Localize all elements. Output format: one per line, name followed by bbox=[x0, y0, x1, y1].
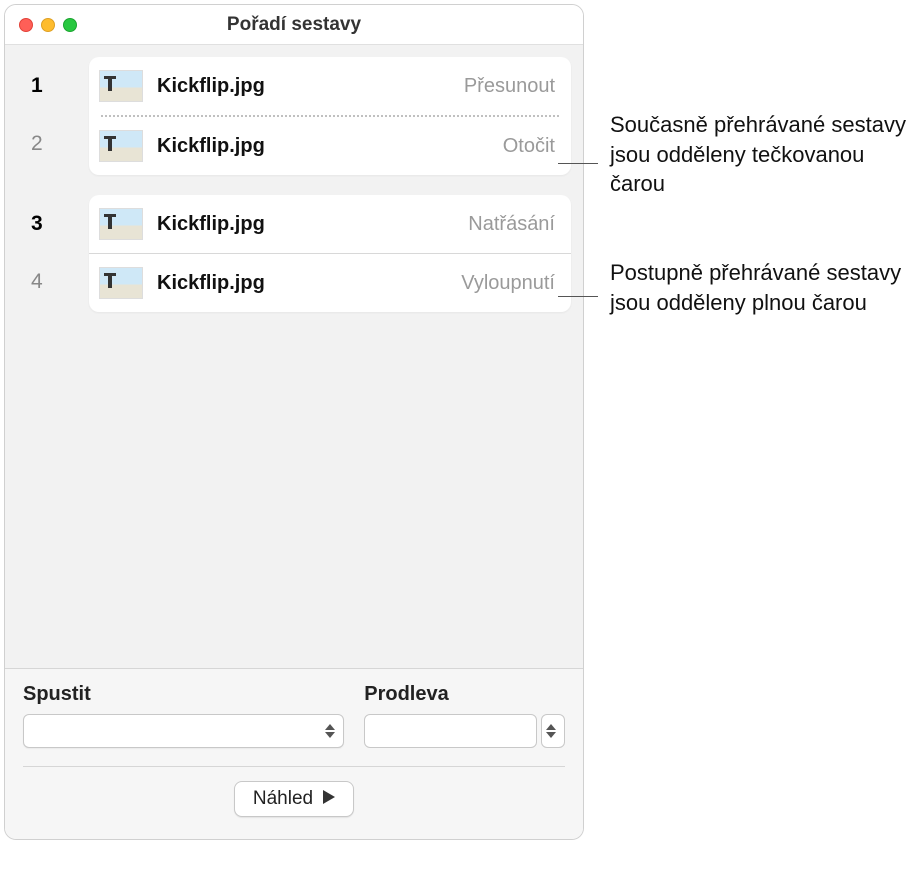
updown-icon bbox=[325, 724, 335, 738]
thumbnail-icon bbox=[99, 208, 143, 240]
build-order-window: Pořadí sestavy 1 2 Kickflip.jpg Přesunou… bbox=[4, 4, 584, 840]
callout: Postupně přehrávané sestavy jsou oddělen… bbox=[558, 258, 910, 317]
build-group: 1 2 Kickflip.jpg Přesunout Kickflip.jpg … bbox=[17, 57, 571, 175]
callout: Současně přehrávané sestavy jsou oddělen… bbox=[558, 110, 910, 199]
delay-input[interactable] bbox=[364, 714, 537, 748]
callout-line bbox=[558, 163, 598, 164]
effect-label: Otočit bbox=[503, 135, 555, 158]
effect-label: Vyloupnutí bbox=[461, 272, 555, 295]
build-row[interactable]: Kickflip.jpg Otočit bbox=[89, 117, 571, 175]
window-title: Pořadí sestavy bbox=[5, 14, 583, 36]
delay-label: Prodleva bbox=[364, 683, 565, 706]
order-number: 4 bbox=[17, 253, 89, 311]
order-number: 1 bbox=[17, 57, 89, 115]
annotations: Současně přehrávané sestavy jsou oddělen… bbox=[584, 0, 921, 878]
build-card: Kickflip.jpg Natřásání Kickflip.jpg Vylo… bbox=[89, 195, 571, 312]
thumbnail-icon bbox=[99, 70, 143, 102]
zoom-window-button[interactable] bbox=[63, 18, 77, 32]
filename-label: Kickflip.jpg bbox=[157, 75, 464, 98]
callout-text: Postupně přehrávané sestavy jsou oddělen… bbox=[610, 258, 910, 317]
order-numbers: 1 2 bbox=[17, 57, 89, 175]
build-card: Kickflip.jpg Přesunout Kickflip.jpg Otoč… bbox=[89, 57, 571, 175]
preview-button[interactable]: Náhled bbox=[234, 781, 354, 817]
play-icon bbox=[323, 788, 335, 810]
build-order-list: 1 2 Kickflip.jpg Přesunout Kickflip.jpg … bbox=[5, 45, 583, 668]
run-select[interactable] bbox=[23, 714, 344, 748]
build-row[interactable]: Kickflip.jpg Vyloupnutí bbox=[89, 254, 571, 312]
delay-stepper[interactable] bbox=[541, 714, 565, 748]
traffic-lights bbox=[19, 18, 77, 32]
filename-label: Kickflip.jpg bbox=[157, 272, 461, 295]
filename-label: Kickflip.jpg bbox=[157, 213, 468, 236]
run-label: Spustit bbox=[23, 683, 344, 706]
thumbnail-icon bbox=[99, 267, 143, 299]
titlebar[interactable]: Pořadí sestavy bbox=[5, 5, 583, 45]
preview-button-label: Náhled bbox=[253, 788, 313, 810]
build-group: 3 4 Kickflip.jpg Natřásání Kickflip.jpg … bbox=[17, 195, 571, 312]
callout-line bbox=[558, 296, 598, 297]
updown-icon bbox=[546, 724, 556, 738]
filename-label: Kickflip.jpg bbox=[157, 135, 503, 158]
close-window-button[interactable] bbox=[19, 18, 33, 32]
effect-label: Přesunout bbox=[464, 75, 555, 98]
build-row[interactable]: Kickflip.jpg Natřásání bbox=[89, 195, 571, 253]
order-number: 2 bbox=[17, 115, 89, 173]
callout-text: Současně přehrávané sestavy jsou oddělen… bbox=[610, 110, 910, 199]
order-number: 3 bbox=[17, 195, 89, 253]
footer: Spustit Prodleva bbox=[5, 668, 583, 839]
divider bbox=[23, 766, 565, 767]
minimize-window-button[interactable] bbox=[41, 18, 55, 32]
effect-label: Natřásání bbox=[468, 213, 555, 236]
build-row[interactable]: Kickflip.jpg Přesunout bbox=[89, 57, 571, 115]
thumbnail-icon bbox=[99, 130, 143, 162]
order-numbers: 3 4 bbox=[17, 195, 89, 312]
